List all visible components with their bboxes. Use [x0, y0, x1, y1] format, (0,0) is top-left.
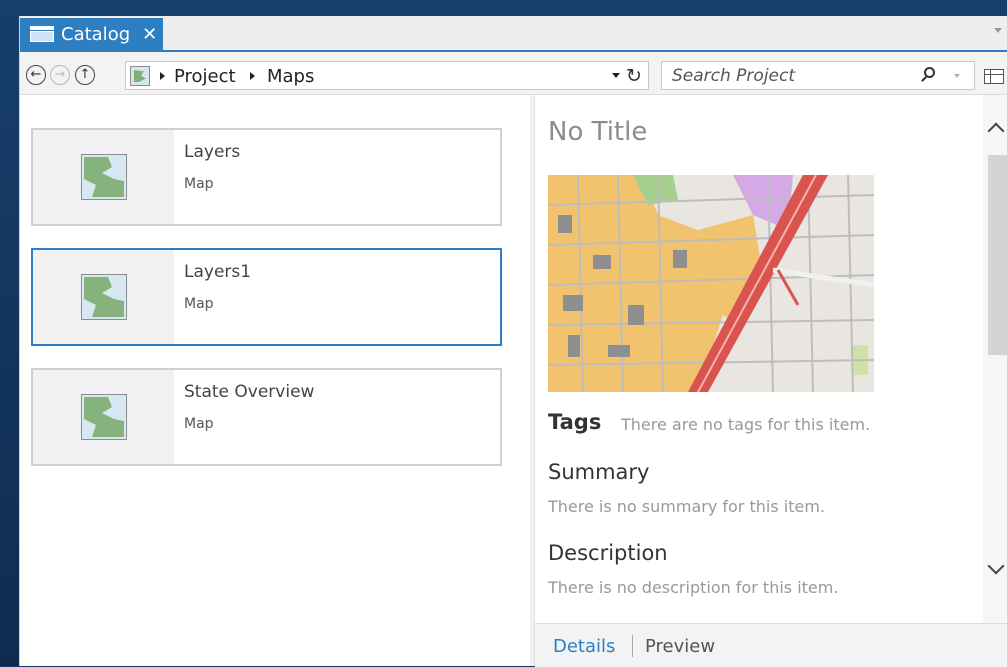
- tab-menu-arrow-icon[interactable]: [994, 28, 1002, 33]
- item-title: State Overview: [184, 382, 315, 402]
- item-thumbnail-cell: [33, 250, 174, 344]
- up-arrow-icon[interactable]: ↑: [75, 65, 95, 85]
- list-item[interactable]: State Overview Map: [31, 368, 502, 466]
- items-list: Layers Map Layers1 Map State Overview Ma…: [20, 95, 530, 666]
- summary-text: There is no summary for this item.: [548, 497, 825, 516]
- forward-arrow-icon[interactable]: →: [50, 65, 70, 85]
- map-preview-image: [548, 175, 874, 392]
- breadcrumb-project[interactable]: Project: [174, 66, 236, 87]
- chevron-down-icon[interactable]: [987, 557, 1005, 575]
- item-thumbnail-cell: [33, 130, 174, 224]
- summary-heading: Summary: [548, 460, 650, 484]
- tab-strip: Catalog ✕: [20, 16, 1007, 52]
- refresh-icon[interactable]: ↻: [626, 65, 642, 87]
- address-bar: ← → ↑ Project Maps ↻ Search Project: [20, 52, 1007, 95]
- pane-layout-icon[interactable]: [984, 69, 1004, 84]
- item-title: Layers: [184, 142, 241, 162]
- breadcrumb[interactable]: Project Maps ↻: [125, 61, 649, 90]
- search-input[interactable]: Search Project: [661, 61, 975, 90]
- tab-preview[interactable]: Preview: [645, 636, 715, 657]
- tags-label: Tags: [548, 410, 602, 434]
- tab-catalog[interactable]: Catalog ✕: [20, 18, 163, 50]
- map-icon: [81, 394, 127, 440]
- chevron-right-icon[interactable]: [160, 72, 165, 80]
- details-scrollbar[interactable]: [983, 95, 1007, 623]
- search-placeholder: Search Project: [672, 66, 796, 86]
- chevron-right-icon[interactable]: [250, 72, 255, 80]
- search-options-arrow-icon[interactable]: [954, 74, 960, 78]
- list-item[interactable]: Layers1 Map: [31, 248, 502, 346]
- breadcrumb-maps[interactable]: Maps: [267, 66, 314, 87]
- close-icon[interactable]: ✕: [142, 24, 157, 45]
- tab-catalog-label: Catalog: [61, 23, 131, 45]
- description-text: There is no description for this item.: [548, 578, 839, 597]
- description-heading: Description: [548, 541, 668, 565]
- details-title: No Title: [548, 117, 648, 147]
- tab-details[interactable]: Details: [553, 636, 615, 657]
- item-info-cell: Layers Map: [174, 130, 500, 224]
- chevron-down-icon[interactable]: [612, 73, 620, 78]
- details-pane: No Title Tags There are no tags for this…: [534, 95, 1007, 667]
- search-icon[interactable]: [924, 67, 935, 78]
- item-thumbnail-cell: [33, 370, 174, 464]
- scrollbar-thumb[interactable]: [988, 155, 1007, 355]
- item-title: Layers1: [184, 262, 252, 282]
- item-type: Map: [184, 296, 214, 312]
- item-type: Map: [184, 416, 214, 432]
- maps-folder-icon: [130, 66, 150, 86]
- map-icon: [81, 274, 127, 320]
- map-preview-graphic: [548, 175, 874, 392]
- item-info-cell: Layers1 Map: [174, 250, 500, 344]
- chevron-up-icon[interactable]: [987, 122, 1005, 140]
- catalog-icon: [30, 26, 54, 42]
- back-arrow-icon[interactable]: ←: [26, 65, 46, 85]
- item-info-cell: State Overview Map: [174, 370, 500, 464]
- tab-divider: [632, 635, 633, 657]
- list-item[interactable]: Layers Map: [31, 128, 502, 226]
- catalog-pane: Catalog ✕ ← → ↑ Project Maps ↻ Search Pr…: [19, 16, 1007, 667]
- map-icon: [81, 154, 127, 200]
- details-tab-bar: Details Preview: [535, 623, 1007, 667]
- item-type: Map: [184, 176, 214, 192]
- tags-text: There are no tags for this item.: [621, 415, 871, 434]
